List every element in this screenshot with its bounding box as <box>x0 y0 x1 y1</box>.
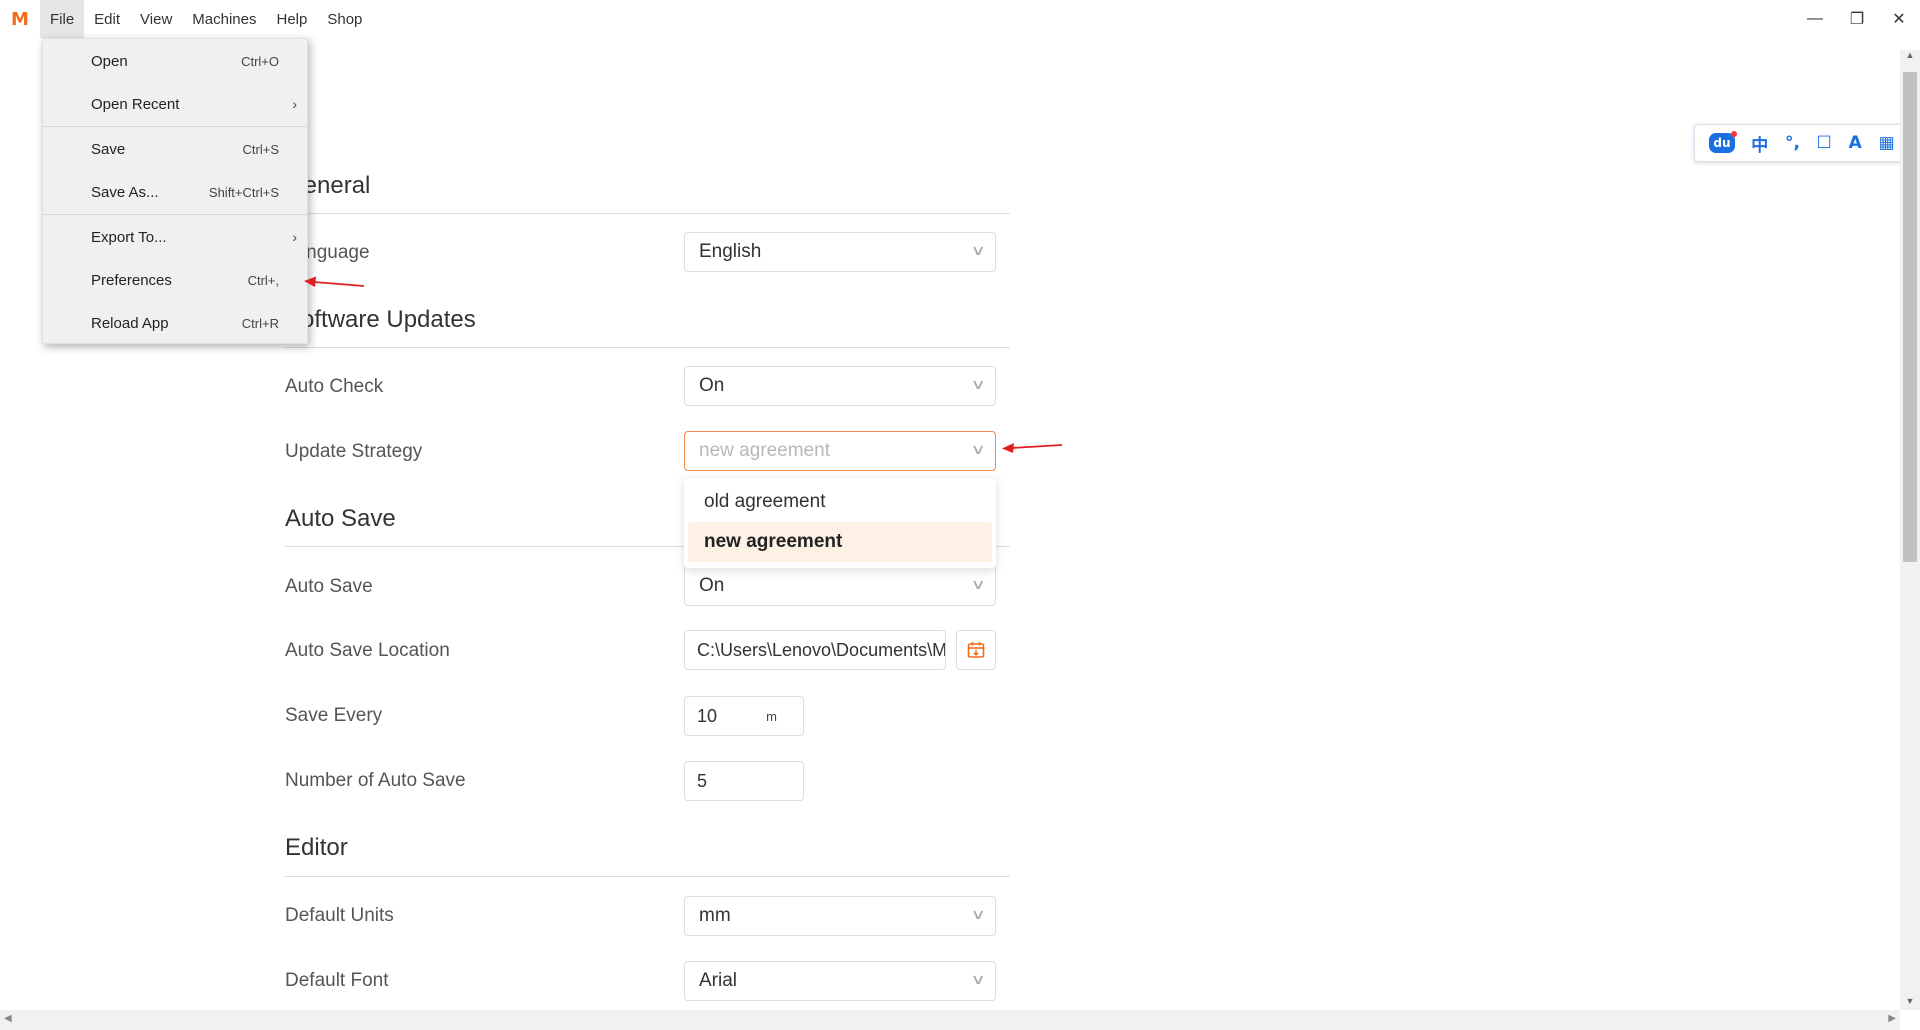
menu-shop[interactable]: Shop <box>317 0 372 38</box>
chevron-right-icon: › <box>292 229 297 245</box>
ime-logo-icon[interactable]: du <box>1709 131 1737 153</box>
vertical-scrollbar[interactable]: ▲ ▼ <box>1900 50 1920 1010</box>
annotation-arrow-icon <box>304 276 365 287</box>
chevron-right-icon: › <box>292 96 297 112</box>
auto-check-value: On <box>699 375 725 396</box>
shortcut-preferences: Ctrl+, <box>247 272 279 288</box>
annotation-arrow-icon <box>1002 443 1063 453</box>
scroll-up-icon[interactable]: ▲ <box>1900 50 1920 64</box>
update-strategy-value: new agreement <box>699 440 830 461</box>
menu-item-save-as-label: Save As... <box>91 183 159 201</box>
menu-item-open-recent-label: Open Recent <box>91 95 180 113</box>
auto-save-label: Auto Save <box>285 576 373 597</box>
menu-item-export-to[interactable]: Export To... › <box>43 217 309 257</box>
choose-folder-button[interactable] <box>956 630 996 670</box>
menu-help[interactable]: Help <box>266 0 317 38</box>
menu-bar: M File Edit View Machines Help Shop — ❐ … <box>0 0 1920 38</box>
menu-item-preferences[interactable]: Preferences Ctrl+, <box>43 260 309 300</box>
auto-save-value: On <box>699 575 725 596</box>
chevron-down-icon: ∨ <box>970 576 986 592</box>
language-value: English <box>699 241 762 262</box>
menu-item-preferences-label: Preferences <box>91 271 172 289</box>
section-title-auto-save: Auto Save <box>285 505 396 532</box>
scroll-left-icon[interactable]: ◀ <box>4 1013 12 1024</box>
option-old-agreement[interactable]: old agreement <box>688 482 992 522</box>
save-every-input[interactable]: 10 m <box>684 696 804 736</box>
auto-save-location-label: Auto Save Location <box>285 640 450 661</box>
chevron-down-icon: ∨ <box>970 242 986 258</box>
default-units-select[interactable]: mm ∨ <box>684 896 996 936</box>
default-units-value: mm <box>699 905 731 926</box>
auto-save-count-label: Number of Auto Save <box>285 770 466 791</box>
app-logo: M <box>11 8 29 30</box>
menu-edit[interactable]: Edit <box>84 0 130 38</box>
default-font-label: Default Font <box>285 970 389 991</box>
section-divider <box>285 347 1010 348</box>
horizontal-scrollbar[interactable]: ◀ ▶ <box>0 1010 1900 1030</box>
menu-item-reload-app[interactable]: Reload App Ctrl+R <box>43 303 309 343</box>
scroll-down-icon[interactable]: ▼ <box>1900 996 1920 1010</box>
default-units-label: Default Units <box>285 905 394 926</box>
menu-item-save[interactable]: Save Ctrl+S <box>43 129 309 169</box>
minimize-button[interactable]: — <box>1794 0 1836 38</box>
ime-toolbar: du 中 °, ☐ A ▦ <box>1694 124 1910 162</box>
ime-skin-icon[interactable]: A <box>1849 133 1862 153</box>
section-divider <box>285 213 1010 214</box>
menu-item-save-label: Save <box>91 140 126 158</box>
auto-save-select[interactable]: On ∨ <box>684 566 996 606</box>
option-new-agreement[interactable]: new agreement <box>688 522 992 562</box>
auto-check-select[interactable]: On ∨ <box>684 366 996 406</box>
close-button[interactable]: ✕ <box>1878 0 1920 38</box>
menu-item-save-as[interactable]: Save As... Shift+Ctrl+S <box>43 172 309 212</box>
shortcut-save: Ctrl+S <box>242 141 279 157</box>
scroll-right-icon[interactable]: ▶ <box>1888 1013 1896 1024</box>
menu-item-export-to-label: Export To... <box>91 228 167 246</box>
file-menu: Open Ctrl+O Open Recent › Save Ctrl+S Sa… <box>42 38 309 344</box>
ime-chinese-mode-icon[interactable]: 中 <box>1751 131 1768 156</box>
section-title-editor: Editor <box>285 834 348 861</box>
ime-punctuation-icon[interactable]: °, <box>1785 133 1800 153</box>
update-strategy-dropdown: old agreement new agreement <box>684 478 996 568</box>
window-controls: — ❐ ✕ <box>1794 0 1920 38</box>
menu-item-open-label: Open <box>91 52 128 70</box>
update-strategy-label: Update Strategy <box>285 441 423 462</box>
section-title-software-updates: Software Updates <box>285 306 476 333</box>
shortcut-open: Ctrl+O <box>241 53 279 69</box>
ime-toolbox-icon[interactable]: ▦ <box>1879 133 1895 153</box>
menu-separator <box>43 214 309 215</box>
shortcut-save-as: Shift+Ctrl+S <box>208 184 279 200</box>
ime-keyboard-icon[interactable]: ☐ <box>1817 133 1832 153</box>
update-strategy-select[interactable]: new agreement ∨ <box>684 431 996 471</box>
save-every-unit: m <box>766 708 777 724</box>
restore-button[interactable]: ❐ <box>1836 0 1878 38</box>
chevron-down-icon: ∨ <box>970 441 986 457</box>
save-every-label: Save Every <box>285 705 383 726</box>
chevron-down-icon: ∨ <box>970 971 986 987</box>
scrollbar-thumb[interactable] <box>1903 72 1917 562</box>
section-divider <box>285 876 1010 877</box>
save-every-value: 10 <box>697 705 718 726</box>
menu-item-open-recent[interactable]: Open Recent › <box>43 84 309 124</box>
default-font-select[interactable]: Arial ∨ <box>684 961 996 1001</box>
auto-check-label: Auto Check <box>285 376 384 397</box>
menu-item-open[interactable]: Open Ctrl+O <box>43 41 309 81</box>
menu-file[interactable]: File <box>40 0 85 38</box>
calendar-download-icon <box>967 642 985 658</box>
menu-machines[interactable]: Machines <box>182 0 266 38</box>
chevron-down-icon: ∨ <box>970 906 986 922</box>
chevron-down-icon: ∨ <box>970 376 986 392</box>
menu-item-reload-app-label: Reload App <box>91 314 169 332</box>
auto-save-count-input[interactable]: 5 <box>684 761 804 801</box>
shortcut-reload-app: Ctrl+R <box>241 315 279 331</box>
auto-save-location-input[interactable]: C:\Users\Lenovo\Documents\M- <box>684 630 946 670</box>
menu-view[interactable]: View <box>130 0 182 38</box>
language-select[interactable]: English ∨ <box>684 232 996 272</box>
default-font-value: Arial <box>699 970 738 991</box>
menu-separator <box>43 126 309 127</box>
